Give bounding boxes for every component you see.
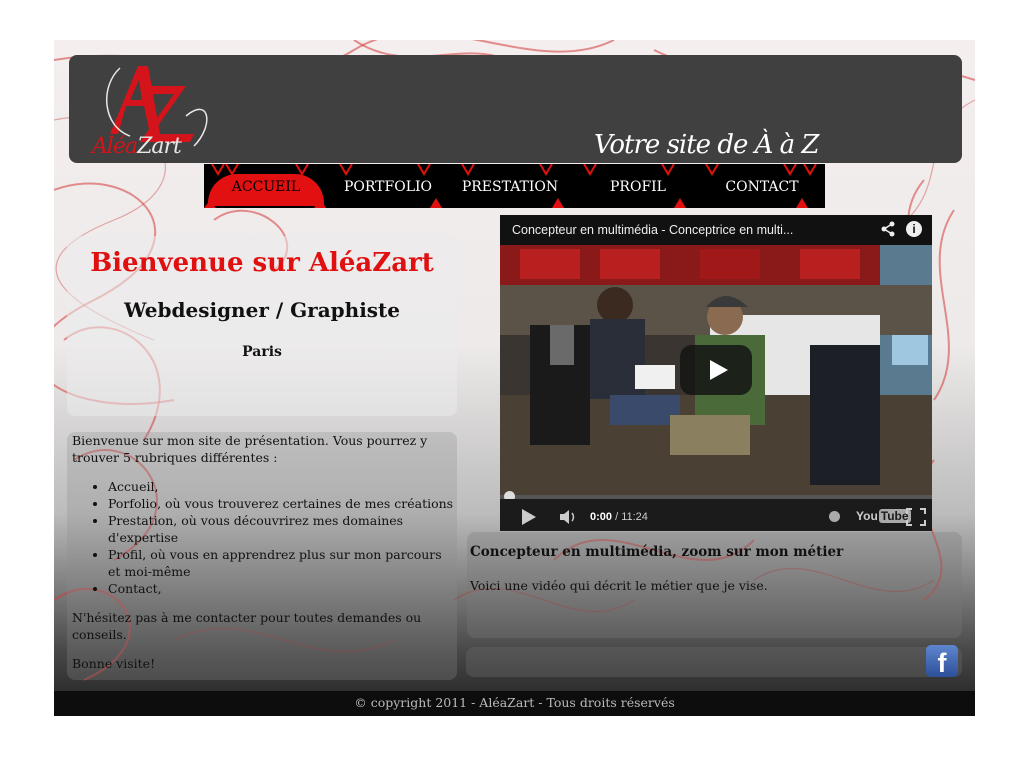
video-title[interactable]: Concepteur en multimédia - Conceptrice e… [512, 223, 842, 237]
video-description-title: Concepteur en multimédia, zoom sur mon m… [470, 544, 844, 560]
closing-text: Bonne visite! [72, 656, 156, 671]
welcome-panel: Bienvenue sur AléaZart Webdesigner / Gra… [67, 236, 457, 416]
contact-invite: N'hésitez pas à me contacter pour toutes… [72, 610, 422, 642]
nav-item-prestation[interactable]: PRESTATION [452, 178, 568, 200]
play-button[interactable] [680, 345, 752, 395]
time-separator: / [612, 511, 622, 523]
facebook-icon[interactable]: f [926, 645, 958, 678]
info-icon[interactable]: i [906, 221, 922, 237]
youtube-logo-you: You [856, 509, 878, 523]
fullscreen-icon[interactable] [906, 508, 926, 526]
copyright-text: © copyright 2011 - AléaZart - Tous droit… [354, 695, 675, 710]
list-item: Porfolio, où vous trouverez certaines de… [108, 495, 456, 512]
share-icon[interactable] [880, 221, 896, 237]
list-item: Contact, [108, 580, 456, 597]
intro-paragraph: Bienvenue sur mon site de présentation. … [72, 433, 428, 465]
control-play-icon[interactable] [522, 509, 536, 525]
logo-part-1: Aléa [92, 134, 138, 159]
logo-part-2: Zart [137, 134, 182, 159]
welcome-title: Bienvenue sur AléaZart [90, 248, 434, 278]
nav-item-accueil[interactable]: ACCUEIL [208, 178, 324, 200]
list-item: Prestation, où vous découvrirez mes doma… [108, 512, 456, 546]
nav-item-profil[interactable]: PROFIL [580, 178, 696, 200]
nav-item-portfolio[interactable]: PORTFOLIO [330, 178, 446, 200]
sections-list: Accueil, Porfolio, où vous trouverez cer… [72, 478, 456, 597]
logo-wordmark: AléaZart [92, 134, 182, 159]
welcome-subtitle: Webdesigner / Graphiste [123, 298, 401, 322]
watch-later-icon[interactable] [829, 511, 840, 522]
page-container: AléaZart Votre site de À à Z ACCUEIL POR… [54, 40, 975, 716]
intro-panel: Bienvenue sur mon site de présentation. … [67, 432, 457, 680]
youtube-logo[interactable]: You Tube [856, 509, 911, 523]
video-player[interactable]: Concepteur en multimédia - Conceptrice e… [500, 215, 932, 531]
main-navigation: ACCUEIL PORTFOLIO PRESTATION PROFIL CONT… [204, 164, 825, 208]
video-time: 0:00 / 11:24 [590, 511, 648, 523]
welcome-location: Paris [242, 344, 282, 360]
list-item: Profil, où vous en apprendrez plus sur m… [108, 546, 456, 580]
current-time: 0:00 [590, 511, 613, 523]
nav-item-contact[interactable]: CONTACT [704, 178, 820, 200]
site-tagline: Votre site de À à Z [594, 130, 819, 160]
list-item: Accueil, [108, 478, 456, 495]
site-footer: © copyright 2011 - AléaZart - Tous droit… [54, 691, 975, 716]
social-bar [466, 647, 962, 677]
video-description-text: Voici une vidéo qui décrit le métier que… [470, 578, 768, 593]
video-description-panel: Concepteur en multimédia, zoom sur mon m… [467, 532, 962, 638]
duration: 11:24 [621, 511, 648, 523]
volume-icon[interactable] [558, 508, 580, 526]
